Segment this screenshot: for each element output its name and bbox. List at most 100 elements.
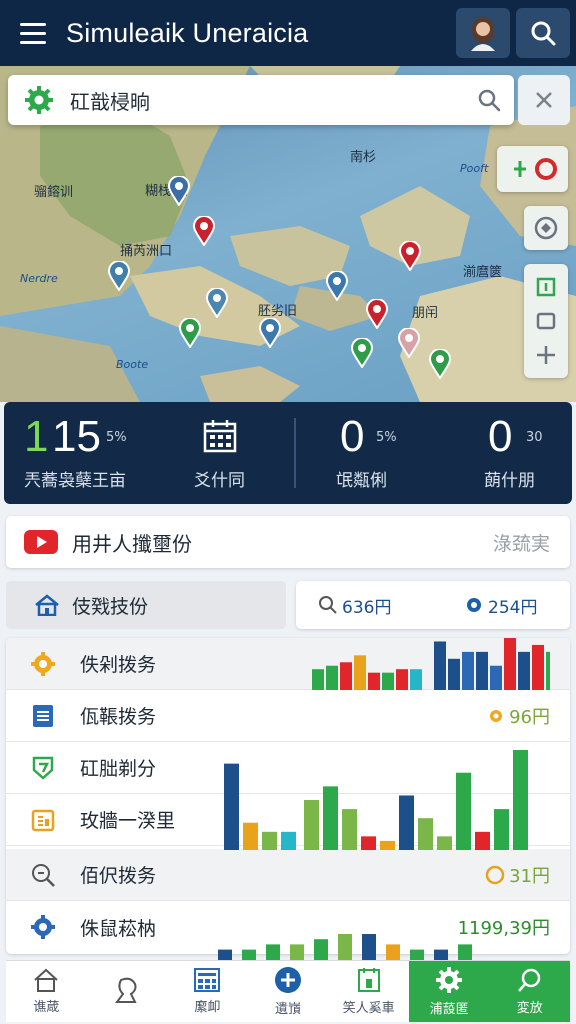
map-label: Pooft	[460, 162, 489, 175]
chart-bar	[490, 665, 502, 690]
map-pin-icon[interactable]	[326, 271, 348, 301]
chart-bar	[354, 655, 366, 690]
chart-bar	[312, 669, 324, 690]
chart-bar	[218, 949, 232, 960]
calculator-icon	[194, 968, 221, 992]
chart-bar	[448, 658, 460, 690]
compass-icon	[534, 216, 558, 240]
gear-icon	[436, 967, 463, 993]
map-layer-toggle[interactable]	[497, 146, 568, 192]
nav-item-add[interactable]: 遺嵿	[248, 961, 329, 1022]
nav-item-settings[interactable]: 浦蔎匿	[408, 961, 490, 1022]
map-pin-icon[interactable]	[193, 216, 215, 246]
play-icon	[24, 530, 58, 554]
search-input[interactable]: 矼戠梫晌	[70, 86, 464, 115]
chart-bar	[475, 831, 490, 850]
search-icon[interactable]	[477, 88, 501, 112]
nav-item-search[interactable]: 変放	[489, 961, 571, 1022]
stat-suffix: 30	[526, 430, 543, 445]
profile-icon	[114, 977, 137, 1003]
map-pin-icon[interactable]	[206, 288, 228, 318]
chart-bar	[368, 672, 380, 690]
list-item-label: 佰伬拨务	[80, 865, 157, 887]
chart-bar	[290, 944, 304, 960]
stat-suffix: 5%	[106, 430, 127, 445]
chart-bar	[361, 836, 376, 850]
tab-home[interactable]: 伎戣技份	[6, 581, 286, 629]
chart-bar	[242, 949, 256, 960]
zoom-in-icon[interactable]	[535, 344, 557, 366]
stats-divider	[294, 418, 296, 488]
nav-label: 遺嵿	[275, 1002, 302, 1017]
nav-item-home[interactable]: 谯葴	[6, 961, 87, 1022]
map-pin-icon[interactable]	[179, 318, 201, 348]
stat-item[interactable]: 1 15 5% 兲蕎袅蘖王亩	[24, 402, 194, 504]
square-icon[interactable]	[535, 310, 557, 332]
chart-bar	[338, 934, 352, 960]
gear-icon[interactable]	[24, 85, 54, 115]
chart-bar	[434, 641, 446, 690]
list-item-label: 矼朏剃分	[80, 758, 157, 780]
chart-bar	[476, 651, 488, 690]
nav-label: 谯葴	[33, 1000, 60, 1015]
calendar-icon	[203, 420, 237, 453]
layers-icon[interactable]	[535, 276, 557, 298]
chart-bar	[380, 840, 395, 850]
search-icon	[531, 21, 556, 46]
coin-icon	[485, 865, 505, 884]
avatar-button[interactable]	[456, 8, 510, 58]
bar-chart-bottom	[218, 934, 472, 960]
nav-item-document[interactable]: 笑人奚車	[328, 961, 409, 1022]
nav-item-calculator[interactable]: 緳卹	[167, 961, 248, 1022]
stat-item[interactable]: 爻什同	[194, 402, 284, 504]
avatar-icon	[471, 17, 495, 51]
header-search-button[interactable]	[516, 8, 570, 58]
map-pin-icon[interactable]	[259, 318, 281, 348]
chart-bar	[396, 669, 408, 690]
search-icon	[319, 596, 337, 614]
map-pin-icon[interactable]	[429, 349, 451, 379]
stat-value: 0	[488, 412, 513, 461]
close-icon	[536, 92, 552, 108]
chart-bar	[410, 669, 422, 690]
map-pin-icon[interactable]	[351, 338, 373, 368]
chart-bar	[281, 831, 296, 850]
list-item[interactable]: 佤䩨拨务 96円	[6, 690, 570, 742]
stat-item[interactable]: 0 30 蓢什朋	[484, 402, 568, 504]
clear-search-button[interactable]	[518, 75, 570, 125]
nav-item-profile[interactable]	[87, 961, 168, 1022]
clipboard-icon	[31, 809, 55, 831]
document-icon	[33, 704, 53, 727]
map-pin-icon[interactable]	[366, 299, 388, 329]
chart-bar	[340, 662, 352, 690]
promo-banner[interactable]: 用井人攕壐份 淥巯実	[6, 516, 570, 568]
chart-bar	[326, 665, 338, 690]
chart-bar	[518, 651, 530, 690]
map-pin-icon[interactable]	[168, 176, 190, 206]
nav-label: 緳卹	[194, 1000, 221, 1015]
chart-bar	[410, 949, 424, 960]
plus-icon	[275, 967, 302, 993]
stat-label: 蓢什朋	[484, 471, 535, 491]
map-label: 南杉	[350, 150, 377, 165]
map-label: 捅芮洲口	[120, 244, 173, 259]
menu-icon[interactable]	[0, 0, 66, 66]
summary-pill[interactable]: 636円 254円	[296, 581, 570, 629]
pill-value-b: 254円	[488, 597, 538, 618]
list-item-value: 96円	[509, 706, 550, 728]
map-pin-icon[interactable]	[399, 241, 421, 271]
stat-value: 15	[52, 412, 101, 461]
chart-bar	[504, 638, 516, 690]
list-item-label: 佚剁拨务	[80, 654, 157, 676]
chart-bar	[342, 809, 357, 850]
map-pin-icon[interactable]	[108, 261, 130, 291]
map-search-bar[interactable]: 矼戠梫晌	[8, 75, 514, 125]
nav-label: 浦蔎匿	[429, 1002, 469, 1017]
map-pin-icon[interactable]	[398, 328, 420, 358]
list-item[interactable]: 佰伬拨务 31円	[6, 849, 570, 901]
map-label: Boote	[116, 358, 149, 371]
map-compass-button[interactable]	[524, 206, 568, 250]
chart-bar	[382, 672, 394, 690]
gear-icon	[467, 598, 481, 612]
stat-item[interactable]: 0 5% 氓甐俐	[336, 402, 446, 504]
